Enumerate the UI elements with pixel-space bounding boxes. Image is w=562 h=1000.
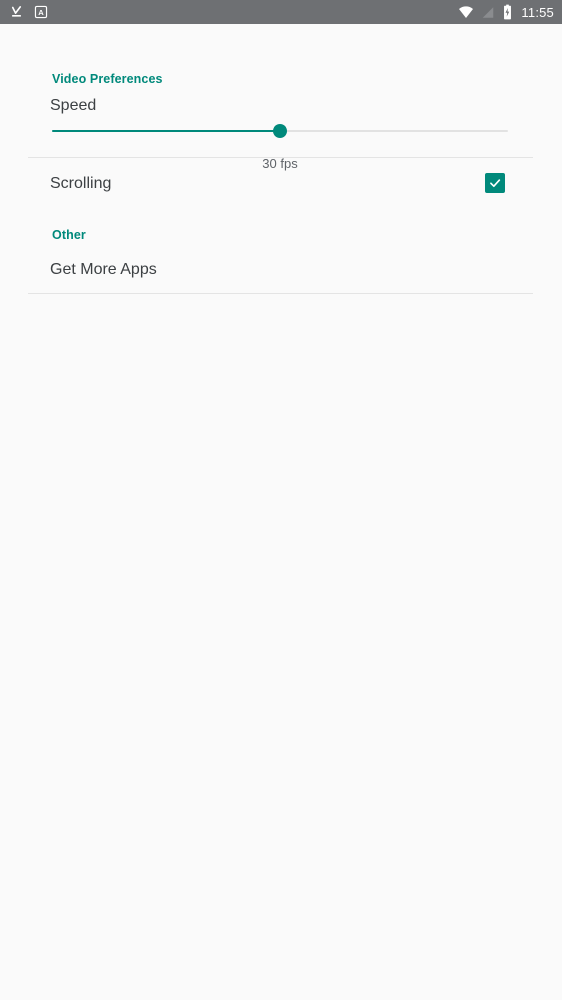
keyboard-input-icon: A	[34, 5, 48, 19]
scrolling-checkbox[interactable]	[485, 173, 505, 193]
status-bar-clock: 11:55	[521, 4, 554, 20]
battery-charging-icon	[502, 4, 513, 20]
slider-fill	[52, 130, 280, 132]
category-header-video-preferences: Video Preferences	[52, 72, 163, 86]
cellular-signal-off-icon	[481, 5, 495, 20]
preference-title-scrolling: Scrolling	[50, 175, 112, 192]
status-bar-right-icons: 11:55	[458, 4, 554, 20]
preference-title-get-more-apps[interactable]: Get More Apps	[50, 261, 157, 279]
category-header-other: Other	[52, 228, 86, 242]
svg-text:A: A	[38, 8, 44, 17]
status-bar-left-icons: A	[9, 5, 48, 20]
preference-title-speed: Speed	[50, 97, 97, 114]
slider-thumb[interactable]	[273, 124, 287, 138]
speed-slider[interactable]	[52, 121, 508, 141]
download-complete-icon	[9, 5, 24, 20]
checkmark-icon	[490, 179, 501, 188]
app-screen: A 11:55 Video Preferences Speed 30 fps S…	[0, 0, 562, 1000]
wifi-icon	[458, 4, 474, 20]
status-bar: A 11:55	[0, 0, 562, 24]
speed-slider-value-label: 30 fps	[262, 156, 298, 171]
settings-content: Video Preferences Speed 30 fps Scrolling…	[0, 24, 562, 1000]
divider-above-scrolling	[28, 157, 533, 158]
divider-below-get-more-apps	[28, 293, 533, 294]
